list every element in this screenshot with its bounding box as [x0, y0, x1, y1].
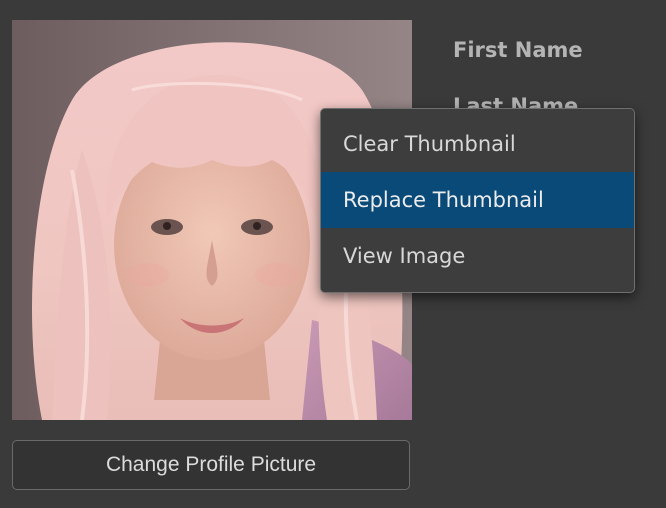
change-profile-picture-button[interactable]: Change Profile Picture: [12, 440, 410, 490]
thumbnail-context-menu: Clear Thumbnail Replace Thumbnail View I…: [320, 108, 635, 293]
menu-item-replace-thumbnail[interactable]: Replace Thumbnail: [321, 172, 634, 228]
first-name-label: First Name: [453, 38, 583, 62]
menu-item-clear-thumbnail[interactable]: Clear Thumbnail: [321, 116, 634, 172]
menu-item-view-image[interactable]: View Image: [321, 228, 634, 284]
